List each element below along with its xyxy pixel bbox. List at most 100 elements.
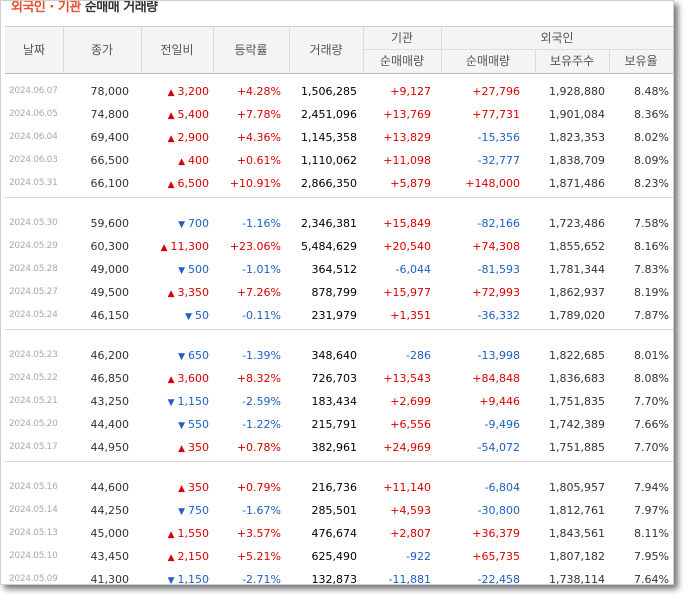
- institution-net-cell: +2,699: [390, 395, 431, 408]
- foreign-net-cell: +9,446: [479, 395, 520, 408]
- change-cell: ▼ 650: [178, 344, 209, 369]
- institution-net-cell: +20,540: [383, 240, 431, 253]
- close-price-cell: 49,500: [90, 286, 130, 299]
- change-value: 3,350: [177, 286, 210, 299]
- change-rate-cell: +7.78%: [236, 108, 281, 121]
- change-rate-cell: +4.36%: [236, 131, 281, 144]
- change-value: 1,550: [177, 527, 210, 540]
- close-price-cell: 44,950: [90, 441, 130, 454]
- volume-cell: 216,736: [311, 481, 358, 494]
- change-rate-cell: +10.91%: [229, 177, 281, 190]
- volume-cell: 1,145,358: [301, 131, 357, 144]
- institution-net-cell: +24,969: [383, 441, 431, 454]
- date-cell: 2024.05.27: [9, 287, 58, 297]
- foreign-holding-cell: 1,823,353: [549, 131, 605, 144]
- change-rate-cell: -1.22%: [242, 418, 281, 431]
- foreign-ratio-cell: 7.87%: [634, 309, 669, 322]
- date-cell: 2024.05.09: [9, 574, 58, 584]
- header-close: 종가: [90, 43, 114, 57]
- volume-cell: 5,484,629: [301, 240, 357, 253]
- foreign-holding-cell: 1,838,709: [549, 154, 605, 167]
- date-cell: 2024.05.24: [9, 310, 58, 320]
- foreign-ratio-cell: 8.11%: [634, 527, 669, 540]
- change-cell: ▼ 500: [178, 258, 209, 283]
- volume-cell: 1,506,285: [301, 85, 357, 98]
- close-price-cell: 41,300: [90, 573, 130, 585]
- close-price-cell: 60,300: [90, 240, 130, 253]
- change-value: 1,150: [177, 573, 210, 585]
- up-arrow-icon: ▲: [167, 111, 175, 121]
- close-price-cell: 59,600: [90, 217, 130, 230]
- up-arrow-icon: ▲: [167, 180, 175, 190]
- change-cell: ▲ 350: [178, 476, 209, 501]
- header-foreign-ratio: 보유율: [624, 54, 658, 68]
- table-row: 2024.05.24 46,150 ▼ 50 -0.11% 231,979 +1,351 -3…: [5, 304, 673, 327]
- date-cell: 2024.06.03: [9, 155, 58, 165]
- up-arrow-icon: ▲: [178, 444, 185, 454]
- foreign-net-cell: -30,800: [477, 504, 520, 517]
- change-cell: ▼ 1,150: [168, 568, 210, 585]
- change-rate-cell: +8.32%: [236, 372, 281, 385]
- down-arrow-icon: ▼: [178, 352, 185, 362]
- down-arrow-icon: ▼: [178, 266, 185, 276]
- close-price-cell: 66,500: [90, 154, 130, 167]
- header-foreign: 외국인: [540, 31, 574, 45]
- header-change: 전일비: [160, 43, 194, 57]
- institution-net-cell: +15,977: [383, 286, 431, 299]
- change-rate-cell: +4.28%: [236, 85, 281, 98]
- foreign-ratio-cell: 7.70%: [634, 395, 669, 408]
- institution-net-cell: -922: [406, 550, 431, 563]
- institution-net-cell: +11,140: [383, 481, 431, 494]
- change-rate-cell: -1.16%: [242, 217, 281, 230]
- foreign-holding-cell: 1,822,685: [549, 349, 605, 362]
- table-row: 2024.05.23 46,200 ▼ 650 -1.39% 348,640 -286 -13…: [5, 344, 673, 367]
- down-arrow-icon: ▼: [167, 398, 175, 408]
- foreign-net-cell: +84,848: [472, 372, 520, 385]
- foreign-net-cell: -32,777: [477, 154, 520, 167]
- close-price-cell: 45,000: [90, 527, 130, 540]
- change-value: 550: [188, 418, 209, 431]
- change-cell: ▼ 750: [178, 499, 209, 524]
- change-cell: ▲ 350: [178, 436, 209, 461]
- up-arrow-icon: ▲: [167, 375, 175, 385]
- close-price-cell: 66,100: [90, 177, 130, 190]
- change-cell: ▲ 3,600: [168, 367, 209, 392]
- foreign-ratio-cell: 8.02%: [634, 131, 669, 144]
- header-rate: 등락률: [234, 43, 268, 57]
- table-row: 2024.05.28 49,000 ▼ 500 -1.01% 364,512 -6,044 -…: [5, 258, 673, 281]
- change-cell: ▼ 700: [178, 212, 209, 237]
- change-rate-cell: -1.01%: [242, 263, 281, 276]
- volume-cell: 2,346,381: [301, 217, 357, 230]
- change-rate-cell: +3.57%: [236, 527, 281, 540]
- date-cell: 2024.05.14: [9, 505, 58, 515]
- table-row: 2024.05.10 43,450 ▲ 2,150 +5.21% 625,490 -922 +…: [5, 545, 673, 568]
- foreign-ratio-cell: 7.83%: [634, 263, 669, 276]
- foreign-net-cell: -81,593: [477, 263, 520, 276]
- institution-net-cell: +13,829: [383, 131, 431, 144]
- institution-net-cell: +9,127: [390, 85, 431, 98]
- close-price-cell: 46,850: [90, 372, 130, 385]
- foreign-net-cell: -13,998: [477, 349, 520, 362]
- foreign-holding-cell: 1,805,957: [549, 481, 605, 494]
- up-arrow-icon: ▲: [167, 530, 175, 540]
- close-price-cell: 78,000: [90, 85, 130, 98]
- up-arrow-icon: ▲: [178, 157, 185, 167]
- header-foreign-net: 순매매량: [465, 54, 511, 68]
- date-cell: 2024.05.30: [9, 218, 58, 228]
- date-cell: 2024.05.16: [9, 482, 58, 492]
- date-cell: 2024.06.07: [9, 86, 58, 96]
- foreign-holding-cell: 1,871,486: [549, 177, 605, 190]
- change-cell: ▲ 11,300: [161, 235, 209, 260]
- change-rate-cell: +5.21%: [236, 550, 281, 563]
- volume-cell: 183,434: [311, 395, 358, 408]
- foreign-holding-cell: 1,807,182: [549, 550, 605, 563]
- foreign-ratio-cell: 7.64%: [634, 573, 669, 585]
- date-cell: 2024.05.28: [9, 264, 58, 274]
- foreign-holding-cell: 1,928,880: [549, 85, 605, 98]
- foreign-holding-cell: 1,812,761: [549, 504, 605, 517]
- volume-cell: 476,674: [311, 527, 358, 540]
- date-cell: 2024.06.05: [9, 109, 58, 119]
- group-separator: [5, 197, 673, 198]
- change-cell: ▲ 1,550: [168, 522, 209, 547]
- foreign-holding-cell: 1,855,652: [549, 240, 605, 253]
